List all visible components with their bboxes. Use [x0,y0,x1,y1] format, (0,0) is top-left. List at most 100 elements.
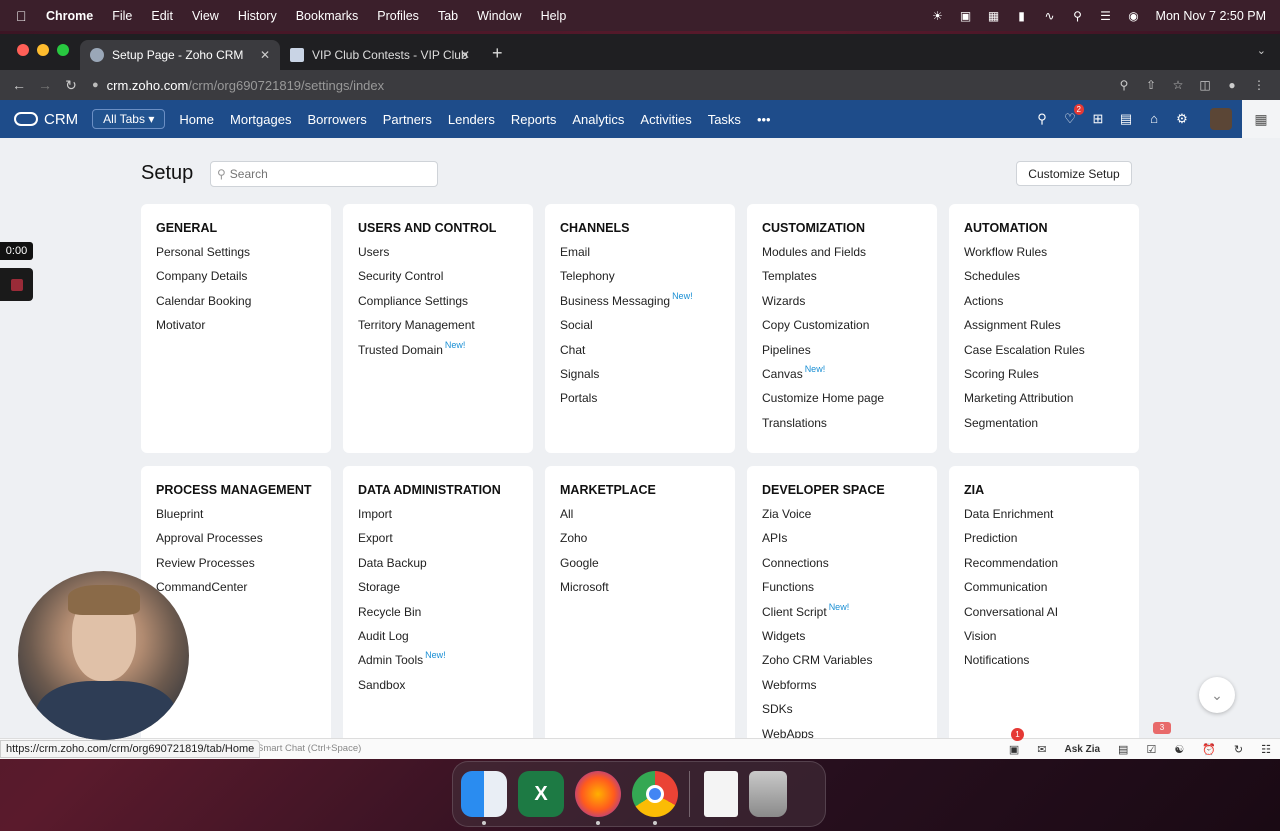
announcement-icon[interactable]: ✉ [1037,743,1046,756]
setup-link-canvas[interactable]: Canvas New! [762,364,922,390]
menu-tab[interactable]: Tab [438,9,458,23]
setup-link-apis[interactable]: APIs [762,530,922,554]
setup-link-personal-settings[interactable]: Personal Settings [156,244,316,268]
lock-icon[interactable]: ● [92,79,99,91]
zoom-window-button[interactable] [57,44,69,56]
setup-link-admin-tools[interactable]: Admin Tools New! [358,650,518,676]
battery-icon[interactable]: ▮ [1014,9,1030,23]
forward-arrow-icon[interactable]: → [32,77,58,93]
chrome-menu-icon[interactable]: ⋮ [1250,76,1268,94]
smart-chat-hint[interactable]: Smart Chat (Ctrl+Space) [257,743,361,754]
apple-icon[interactable]:  [16,9,30,23]
scroll-down-button[interactable]: ⌄ [1199,677,1235,713]
setup-link-import[interactable]: Import [358,506,518,530]
setup-search[interactable]: ⚲ [210,161,438,187]
screen-share-icon[interactable]: ▣ [1009,743,1019,756]
marketplace-icon[interactable]: ⌂ [1144,109,1164,129]
menu-help[interactable]: Help [541,9,567,23]
setup-link-telephony[interactable]: Telephony [560,268,720,292]
side-panel-icon[interactable]: ◫ [1196,76,1214,94]
setup-link-all[interactable]: All [560,506,720,530]
setup-link-zoho[interactable]: Zoho [560,530,720,554]
menu-profiles[interactable]: Profiles [377,9,419,23]
setup-link-chat[interactable]: Chat [560,342,720,366]
crm-logo[interactable]: CRM [14,111,78,128]
setup-link-templates[interactable]: Templates [762,268,922,292]
tab-close-icon[interactable]: ✕ [460,48,470,62]
close-window-button[interactable] [17,44,29,56]
profile-icon[interactable]: ● [1223,76,1241,94]
feedback-icon[interactable]: ☷ [1261,743,1271,756]
spotlight-search-icon[interactable]: ⚲ [1070,9,1086,23]
trash-icon[interactable] [749,771,787,817]
notification-bell-icon[interactable]: ♡ 2 [1060,104,1084,129]
setup-link-wizards[interactable]: Wizards [762,293,922,317]
all-tabs-dropdown[interactable]: All Tabs ▾ [92,109,166,129]
setup-link-notifications[interactable]: Notifications [964,652,1124,676]
setup-link-email[interactable]: Email [560,244,720,268]
setup-link-client-script[interactable]: Client Script New! [762,602,922,628]
setup-link-review-processes[interactable]: Review Processes [156,555,316,579]
document-icon[interactable] [704,771,738,817]
checklist-icon[interactable]: ☑ [1146,743,1156,756]
setup-link-commandcenter[interactable]: CommandCenter [156,579,316,603]
nav-partners[interactable]: Partners [383,112,432,127]
setup-link-translations[interactable]: Translations [762,415,922,439]
setup-link-workflow-rules[interactable]: Workflow Rules [964,244,1124,268]
alarm-clock-icon[interactable]: ⏰ [1202,743,1216,756]
nav-home[interactable]: Home [179,112,214,127]
setup-link-connections[interactable]: Connections [762,555,922,579]
nav-activities[interactable]: Activities [640,112,691,127]
setup-link-google[interactable]: Google [560,555,720,579]
setup-link-security-control[interactable]: Security Control [358,268,518,292]
back-arrow-icon[interactable]: ← [6,77,32,93]
setup-link-communication[interactable]: Communication [964,579,1124,603]
nav-tasks[interactable]: Tasks [708,112,741,127]
setup-link-recommendation[interactable]: Recommendation [964,555,1124,579]
ask-zia-button[interactable]: Ask Zia [1064,744,1100,755]
setup-link-marketing-attribution[interactable]: Marketing Attribution [964,390,1124,414]
siri-icon[interactable]: ◉ [1126,9,1142,23]
setup-link-segmentation[interactable]: Segmentation [964,415,1124,439]
address-bar[interactable]: ● crm.zoho.com/crm/org690721819/settings… [92,70,1192,100]
screen-mirror-icon[interactable]: ▣ [958,9,974,23]
window-tile-icon[interactable]: ▦ [986,9,1002,23]
finder-icon[interactable] [461,771,507,825]
user-avatar[interactable] [1210,108,1232,130]
nav-lenders[interactable]: Lenders [448,112,495,127]
setup-link-export[interactable]: Export [358,530,518,554]
menu-app-chrome[interactable]: Chrome [46,9,93,23]
search-icon[interactable]: ⚲ [1032,109,1052,129]
firefox-icon[interactable] [575,771,621,825]
setup-link-approval-processes[interactable]: Approval Processes [156,530,316,554]
app-grid-icon[interactable]: ▦ [1242,100,1280,138]
setup-link-motivator[interactable]: Motivator [156,317,316,341]
translate-icon[interactable]: ☯ [1174,743,1184,756]
menu-bookmarks[interactable]: Bookmarks [296,9,359,23]
setup-link-functions[interactable]: Functions [762,579,922,603]
setup-link-prediction[interactable]: Prediction [964,530,1124,554]
setup-link-customize-home-page[interactable]: Customize Home page [762,390,922,414]
setup-link-assignment-rules[interactable]: Assignment Rules [964,317,1124,341]
setup-link-trusted-domain[interactable]: Trusted Domain New! [358,340,518,366]
setup-link-territory-management[interactable]: Territory Management [358,317,518,341]
chrome-icon[interactable] [632,771,678,825]
setup-link-audit-log[interactable]: Audit Log [358,628,518,652]
setup-link-storage[interactable]: Storage [358,579,518,603]
setup-link-business-messaging[interactable]: Business Messaging New! [560,291,720,317]
setup-link-sdks[interactable]: SDKs [762,701,922,725]
reload-icon[interactable]: ↻ [58,77,84,94]
setup-link-widgets[interactable]: Widgets [762,628,922,652]
setup-link-signals[interactable]: Signals [560,366,720,390]
create-record-icon[interactable]: ⊞ [1088,109,1108,129]
setup-link-social[interactable]: Social [560,317,720,341]
tab-close-icon[interactable]: ✕ [260,48,270,62]
setup-link-case-escalation-rules[interactable]: Case Escalation Rules [964,342,1124,366]
setup-link-portals[interactable]: Portals [560,390,720,414]
setup-link-zoho-crm-variables[interactable]: Zoho CRM Variables [762,652,922,676]
menu-edit[interactable]: Edit [151,9,173,23]
nav-borrowers[interactable]: Borrowers [307,112,366,127]
zoom-icon[interactable]: ⚲ [1115,76,1133,94]
excel-icon[interactable]: X [518,771,564,817]
menu-file[interactable]: File [112,9,132,23]
